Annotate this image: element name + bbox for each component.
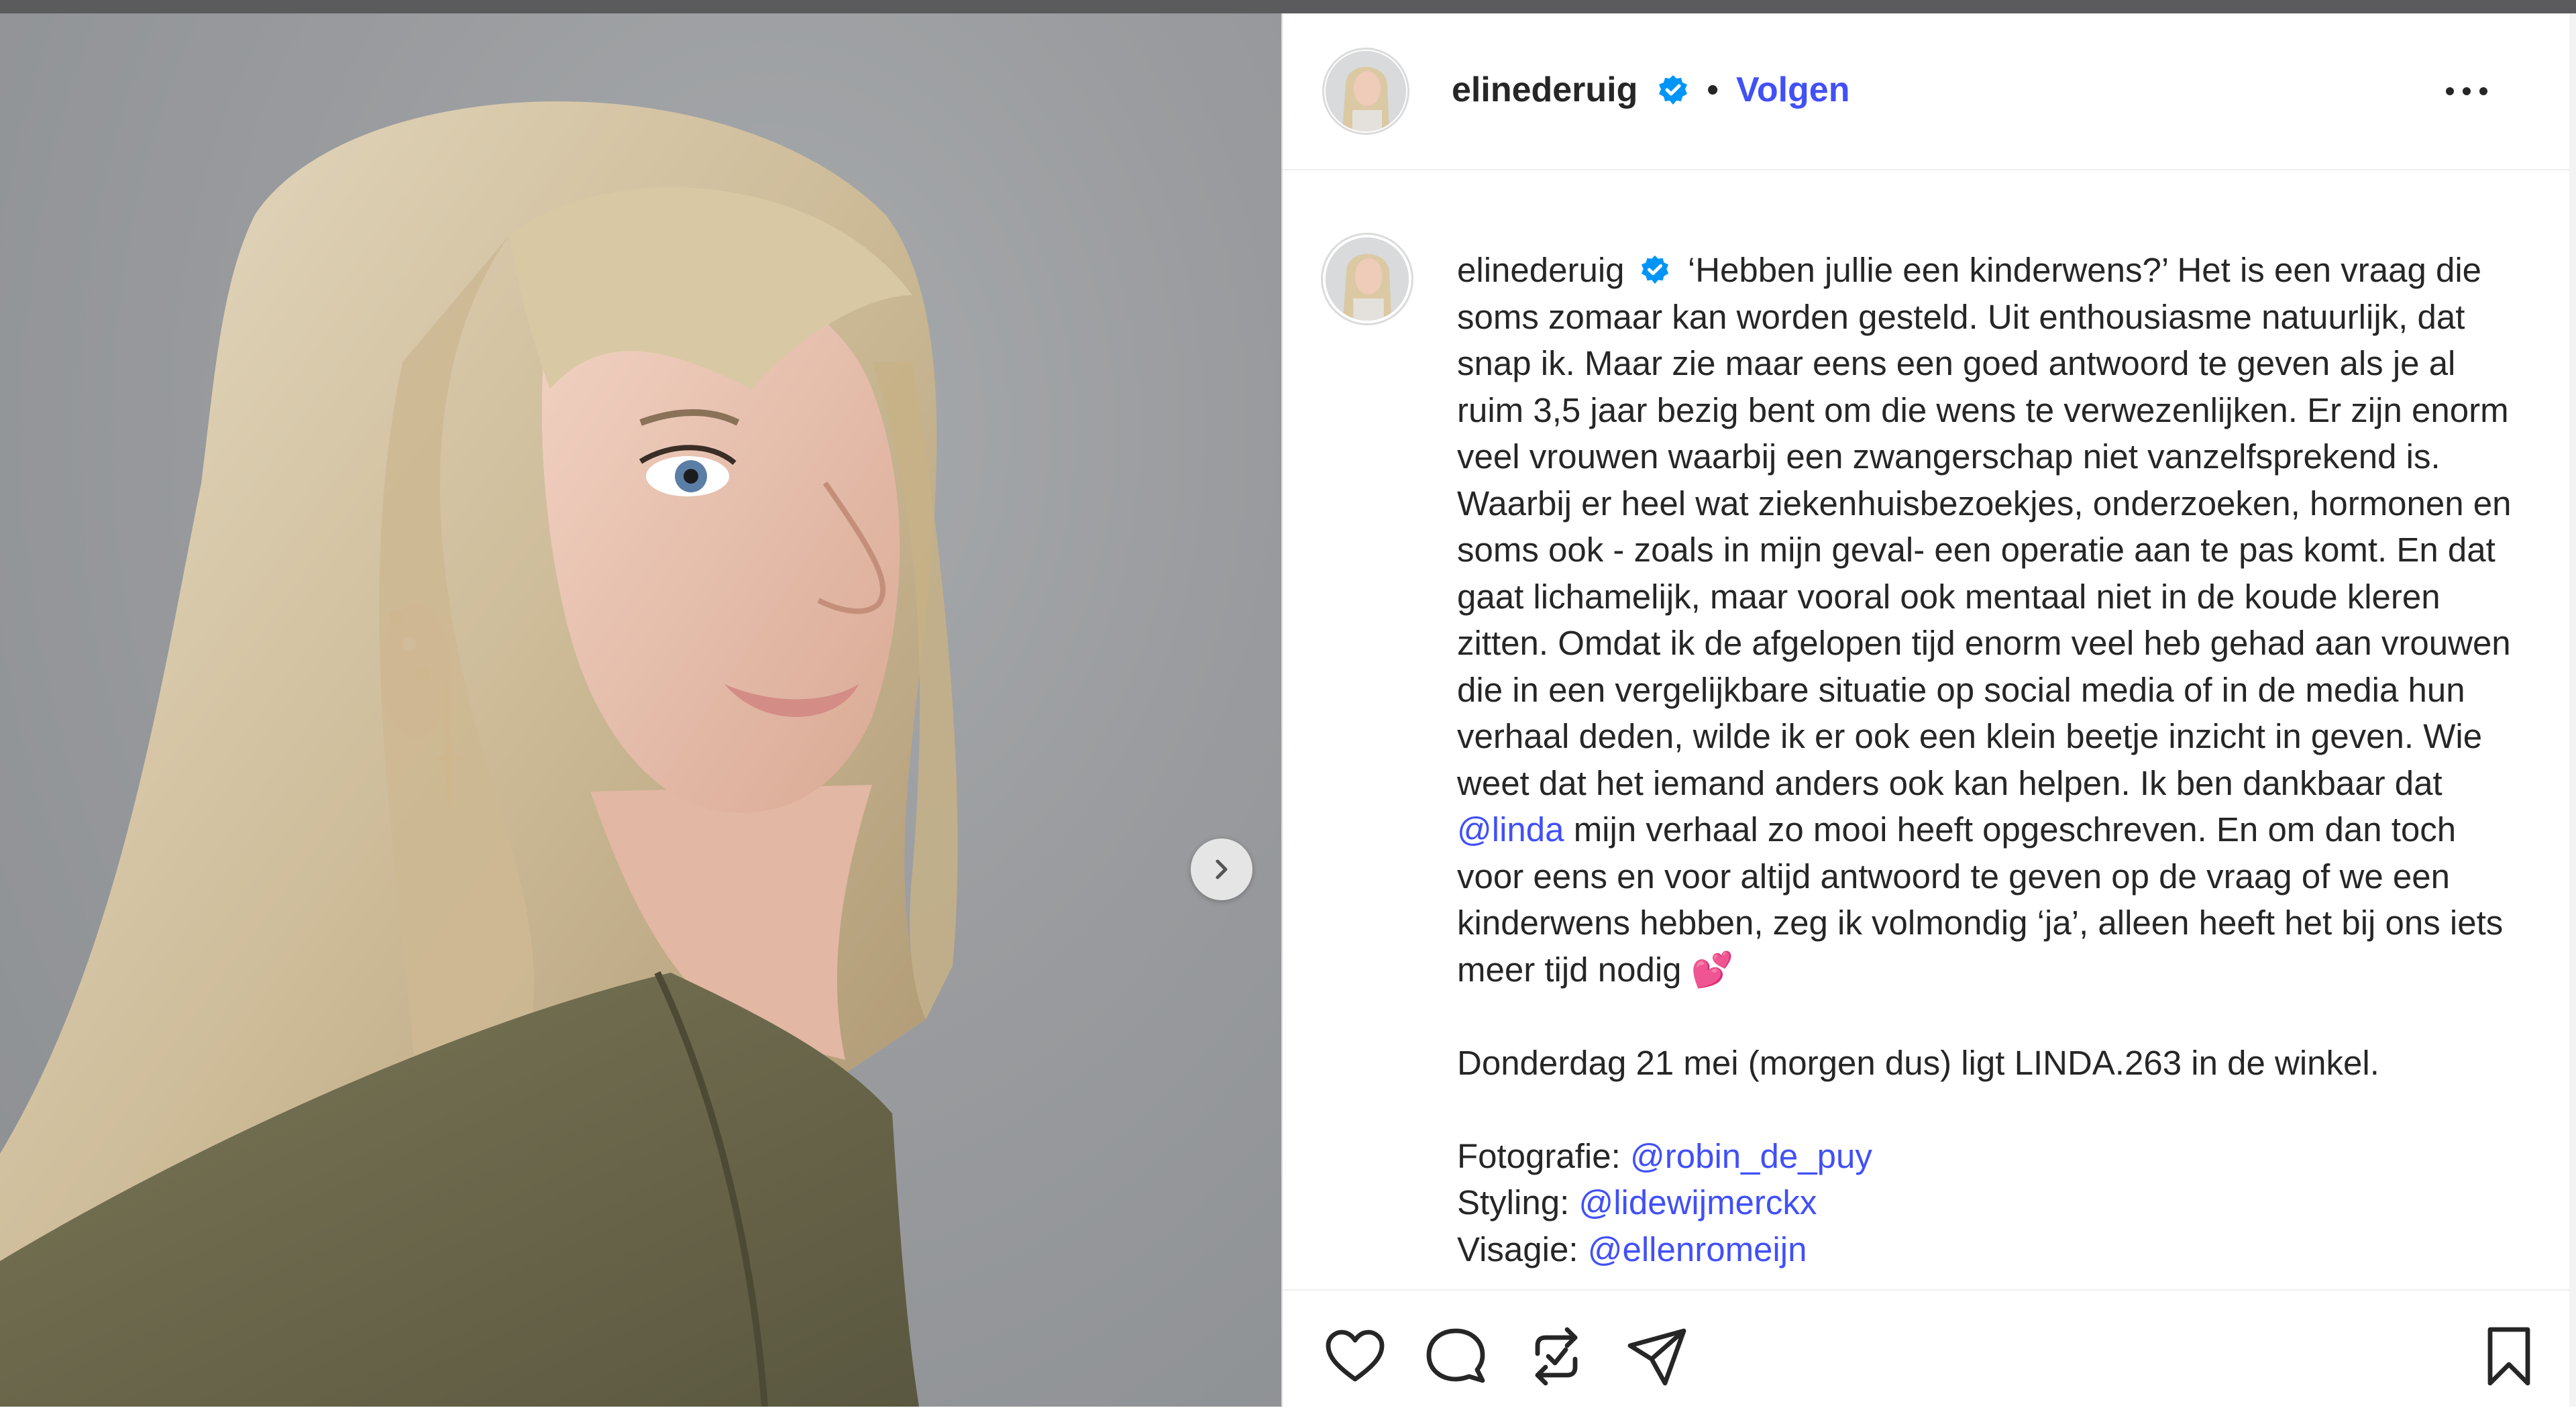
two-hearts-emoji: 💕	[1690, 950, 1734, 989]
follow-button[interactable]: Volgen	[1736, 70, 1849, 110]
instagram-post-window: elinederuig • Volgen elinederuig ‘Hebben…	[0, 0, 2576, 1408]
credit-line-styling: Styling: @lidewijmerckx	[1457, 1179, 2530, 1226]
bookmark-icon[interactable]	[2477, 1324, 2541, 1389]
post-side-panel: elinederuig • Volgen elinederuig ‘Hebben…	[1281, 13, 2571, 1408]
repost-icon[interactable]	[1524, 1324, 1589, 1389]
window-top-bar	[0, 0, 2576, 13]
caption-avatar[interactable]	[1326, 237, 1409, 321]
paper-plane-icon[interactable]	[1625, 1324, 1689, 1389]
credit-label: Styling:	[1457, 1183, 1570, 1222]
scrollbar[interactable]	[2569, 13, 2576, 1407]
caption-text-part2: mijn verhaal zo mooi heeft opgeschreven.…	[1457, 810, 2504, 989]
comment-bubble-icon[interactable]	[1424, 1324, 1488, 1389]
separator-dot: •	[1707, 70, 1719, 109]
chevron-right-icon	[1216, 859, 1228, 879]
credit-handle-link[interactable]: @robin_de_puy	[1630, 1137, 1872, 1175]
credit-label: Visagie:	[1457, 1230, 1578, 1268]
caption-area: elinederuig ‘Hebben jullie een kinderwen…	[1283, 170, 2564, 1303]
more-options-icon[interactable]	[2443, 75, 2490, 107]
action-bar	[1283, 1289, 2571, 1408]
credit-line-makeup: Visagie: @ellenromeijn	[1457, 1226, 2530, 1273]
post-header: elinederuig • Volgen	[1283, 13, 2571, 170]
post-photo[interactable]	[0, 13, 1281, 1407]
header-username[interactable]: elinederuig	[1452, 70, 1638, 110]
credit-handle-link[interactable]: @ellenromeijn	[1588, 1230, 1807, 1268]
next-photo-button[interactable]	[1191, 838, 1252, 900]
verified-badge-icon	[1659, 75, 1687, 105]
credit-line-photography: Fotografie: @robin_de_puy	[1457, 1133, 2530, 1180]
heart-icon[interactable]	[1323, 1324, 1387, 1389]
credit-label: Fotografie:	[1457, 1136, 1621, 1175]
portrait-illustration	[0, 101, 958, 1407]
caption-text-part1: ‘Hebben jullie een kinderwens?’ Het is e…	[1457, 251, 2512, 802]
caption-username[interactable]: elinederuig	[1457, 251, 1625, 289]
avatar[interactable]	[1326, 51, 1406, 131]
caption-paragraph-release: Donderdag 21 mei (morgen dus) ligt LINDA…	[1457, 1043, 2379, 1082]
mention-linda-link[interactable]: @linda	[1457, 810, 1564, 849]
avatar-photo	[1326, 51, 1406, 131]
credit-handle-link[interactable]: @lidewijmerckx	[1578, 1183, 1817, 1222]
avatar-photo	[1326, 237, 1409, 321]
post-caption: elinederuig ‘Hebben jullie een kinderwen…	[1457, 247, 2530, 1272]
verified-badge-icon	[1641, 255, 1668, 284]
